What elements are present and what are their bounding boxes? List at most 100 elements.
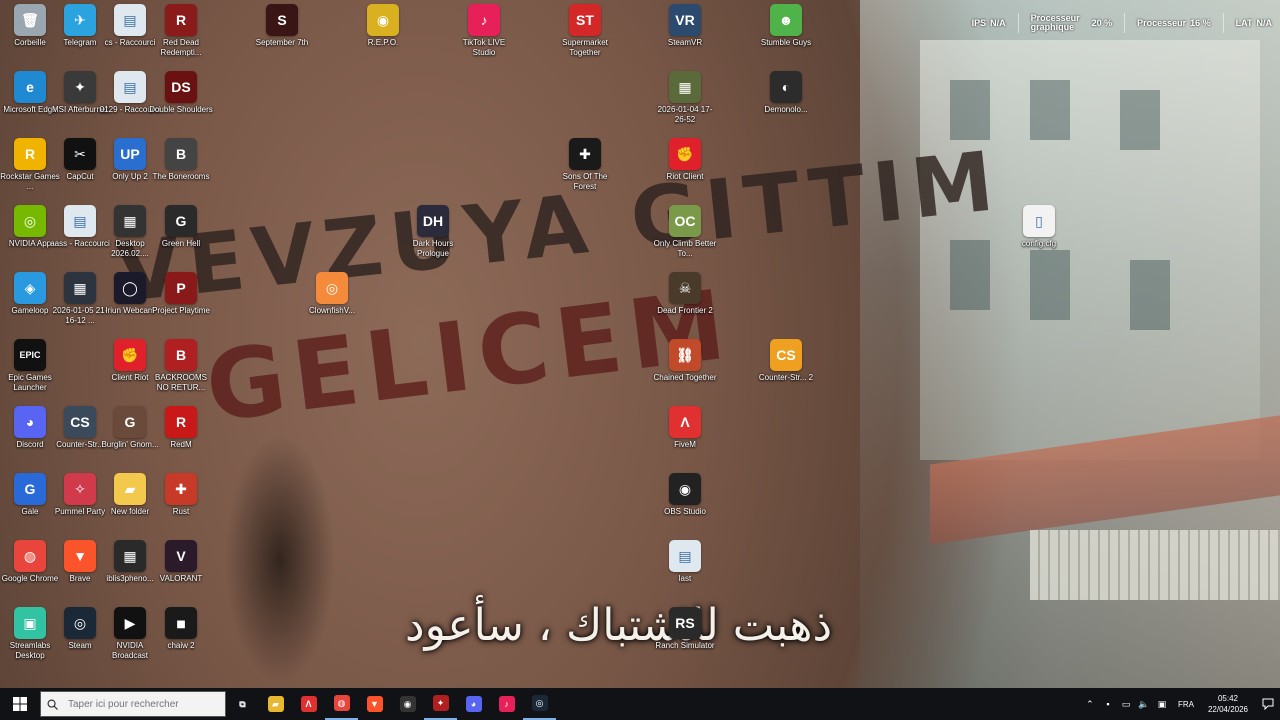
tray-app-icon[interactable]: ▪	[1100, 699, 1116, 709]
taskbar-app-obs[interactable]: ◉	[391, 688, 424, 720]
performance-overlay: IPS N/A Processeur graphique 20 % Processe…	[972, 7, 1272, 39]
desktop-icon-steamvr[interactable]: VR SteamVR	[653, 1, 717, 65]
file-explorer-icon: ▰	[267, 696, 284, 712]
taskbar-app-steam[interactable]: ◎	[523, 688, 556, 720]
search-icon	[47, 699, 58, 710]
desktop-icon-rust[interactable]: ✚ Rust	[149, 470, 213, 534]
desktop-icon-label: Green Hell	[161, 239, 201, 248]
rockstar-icon: R	[14, 138, 46, 170]
desktop-icon-label: Double Shoulders	[149, 105, 213, 114]
tiktok-icon: ♪	[468, 4, 500, 36]
riot-icon: ✊	[114, 339, 146, 371]
desktop-icon-label: Dark Hours Prologue	[412, 239, 454, 258]
notification-center-button[interactable]	[1256, 688, 1280, 720]
file-shortcut-icon: ▤	[114, 71, 146, 103]
desktop-icon-only-climb[interactable]: OC Only Climb Better To...	[653, 202, 717, 266]
only-up-icon: UP	[114, 138, 146, 170]
desktop-icon-label: last	[678, 574, 692, 583]
clock[interactable]: 05:42 22/04/2026	[1202, 693, 1254, 715]
valorant-icon: V	[165, 540, 197, 572]
redm-icon: R	[165, 406, 197, 438]
desktop-icon-chained-together[interactable]: ⛓ Chained Together	[653, 336, 717, 400]
desktop-icon-valorant[interactable]: V VALORANT	[149, 537, 213, 601]
nvidia-icon: ◎	[14, 205, 46, 237]
desktop-icon-screenshot-2026-01-04[interactable]: ▦ 2026-01-04 17-26-52	[653, 68, 717, 132]
taskbar-app-file-explorer[interactable]: ▰	[259, 688, 292, 720]
tiktok-icon: ♪	[498, 696, 515, 712]
desktop-icon-double-shoulders[interactable]: DS Double Shoulders	[149, 68, 213, 132]
desktop-icon-project-playtime[interactable]: P Project Playtime	[149, 269, 213, 333]
msi-afterburner-icon: ✦	[432, 695, 449, 711]
obs-icon: ◉	[399, 696, 416, 712]
dead-frontier-icon: ☠	[669, 272, 701, 304]
file-shortcut-icon: ▤	[669, 540, 701, 572]
desktop-icon-green-hell[interactable]: G Green Hell	[149, 202, 213, 266]
network-icon[interactable]: ▣	[1154, 699, 1170, 710]
desktop-icon-obs[interactable]: ◉ OBS Studio	[653, 470, 717, 534]
volume-icon[interactable]: 🔈	[1136, 699, 1152, 710]
lat-label: LAT	[1235, 18, 1253, 28]
desktop-icon-label: Counter-Str... 2	[758, 373, 814, 382]
gpu-value: 20 %	[1091, 18, 1113, 28]
clock-date: 22/04/2026	[1207, 705, 1248, 714]
counter-strike-icon: CS	[770, 339, 802, 371]
desktop-icon-dead-frontier[interactable]: ☠ Dead Frontier 2	[653, 269, 717, 333]
desktop-icon-bonerooms[interactable]: B The Bonerooms	[149, 135, 213, 199]
desktop-icon-epic[interactable]: EPIC Epic Games Launcher	[0, 336, 62, 400]
taskbar-app-brave[interactable]: ▼	[358, 688, 391, 720]
cpu-value: 16 %	[1190, 18, 1211, 28]
steamvr-icon: VR	[669, 4, 701, 36]
chevron-up-icon[interactable]: ⌃	[1082, 699, 1098, 710]
ips-value: N/A	[990, 18, 1006, 28]
windows-logo-icon	[13, 697, 27, 711]
desktop-icon-clownfish[interactable]: ◎ ClownfishV...	[300, 269, 364, 333]
taskbar-app-fivem[interactable]: Λ	[292, 688, 325, 720]
fivem-icon: Λ	[300, 696, 317, 712]
start-button[interactable]	[0, 688, 40, 720]
desktop-icon-chaiw2[interactable]: ◾ chaiw 2	[149, 604, 213, 668]
video-file-icon: ▦	[669, 71, 701, 103]
cpu-label: Processeur	[1137, 18, 1187, 28]
desktop-icon-backrooms[interactable]: B BACKROOMS NO RETUR...	[149, 336, 213, 400]
file-shortcut-icon: ▤	[114, 4, 146, 36]
desktop-icon-tiktok-live[interactable]: ♪ TikTok LIVE Studio	[452, 1, 516, 65]
desktop-icon-september-7th[interactable]: S September 7th	[250, 1, 314, 65]
taskbar-app-tiktok[interactable]: ♪	[490, 688, 523, 720]
taskbar-app-discord[interactable]: ◕	[457, 688, 490, 720]
desktop-icon-label: Rust	[172, 507, 190, 516]
steam-icon: ◎	[64, 607, 96, 639]
desktop-icon-stumble[interactable]: ☻ Stumble Guys	[754, 1, 818, 65]
desktop-icon-label: BACKROOMS NO RETUR...	[154, 373, 207, 392]
desktop-icon-repo[interactable]: ◉ R.E.P.O.	[351, 1, 415, 65]
desktop-icon-label: TikTok LIVE Studio	[462, 38, 506, 57]
desktop-icon-fivem[interactable]: Λ FiveM	[653, 403, 717, 467]
file-icon: ◾	[165, 607, 197, 639]
system-tray: ⌃ ▪ ▭ 🔈 ▣ FRA 05:42 22/04/2026	[1082, 688, 1280, 720]
desktop-icon-sons-of-forest[interactable]: ✚ Sons Of The Forest	[553, 135, 617, 199]
desktop-icon-demonolo[interactable]: ◐ Demonolo...	[754, 68, 818, 132]
taskbar-app-chrome[interactable]: ◍	[325, 688, 358, 720]
search-input[interactable]	[66, 697, 220, 711]
file-shortcut-icon: ▤	[64, 205, 96, 237]
desktop-icon-riot-client[interactable]: ✊ Riot Client	[653, 135, 717, 199]
clock-time: 05:42	[1217, 694, 1238, 703]
desktop-icon-config[interactable]: ▯ config.cfg	[1007, 202, 1071, 266]
language-indicator[interactable]: FRA	[1172, 700, 1200, 709]
desktop-icon-label: Red Dead Redempti...	[160, 38, 202, 57]
desktop-icon-red-dead[interactable]: R Red Dead Redempti...	[149, 1, 213, 65]
taskbar-search[interactable]	[40, 691, 226, 717]
desktop-icon-label: RedM	[170, 440, 192, 449]
desktop-icon-label: Sons Of The Forest	[562, 172, 608, 191]
desktop-icon-last[interactable]: ▤ last	[653, 537, 717, 601]
desktop-icon-counter-strike-2[interactable]: CS Counter-Str... 2	[754, 336, 818, 400]
taskbar-app-task-view[interactable]: ⧉	[226, 688, 259, 720]
bonerooms-icon: B	[165, 138, 197, 170]
desktop-icon-redm[interactable]: R RedM	[149, 403, 213, 467]
desktop-icon-dark-hours[interactable]: DH Dark Hours Prologue	[401, 202, 465, 266]
desktop-icon-ranch-simulator[interactable]: RS Ranch Simulator	[653, 604, 717, 668]
display-icon[interactable]: ▭	[1118, 699, 1134, 710]
desktop-icon-supermarket[interactable]: ST Supermarket Together	[553, 1, 617, 65]
taskbar-app-msi-afterburner[interactable]: ✦	[424, 688, 457, 720]
webcam-icon: ◯	[114, 272, 146, 304]
desktop-icon-label: VALORANT	[159, 574, 203, 583]
